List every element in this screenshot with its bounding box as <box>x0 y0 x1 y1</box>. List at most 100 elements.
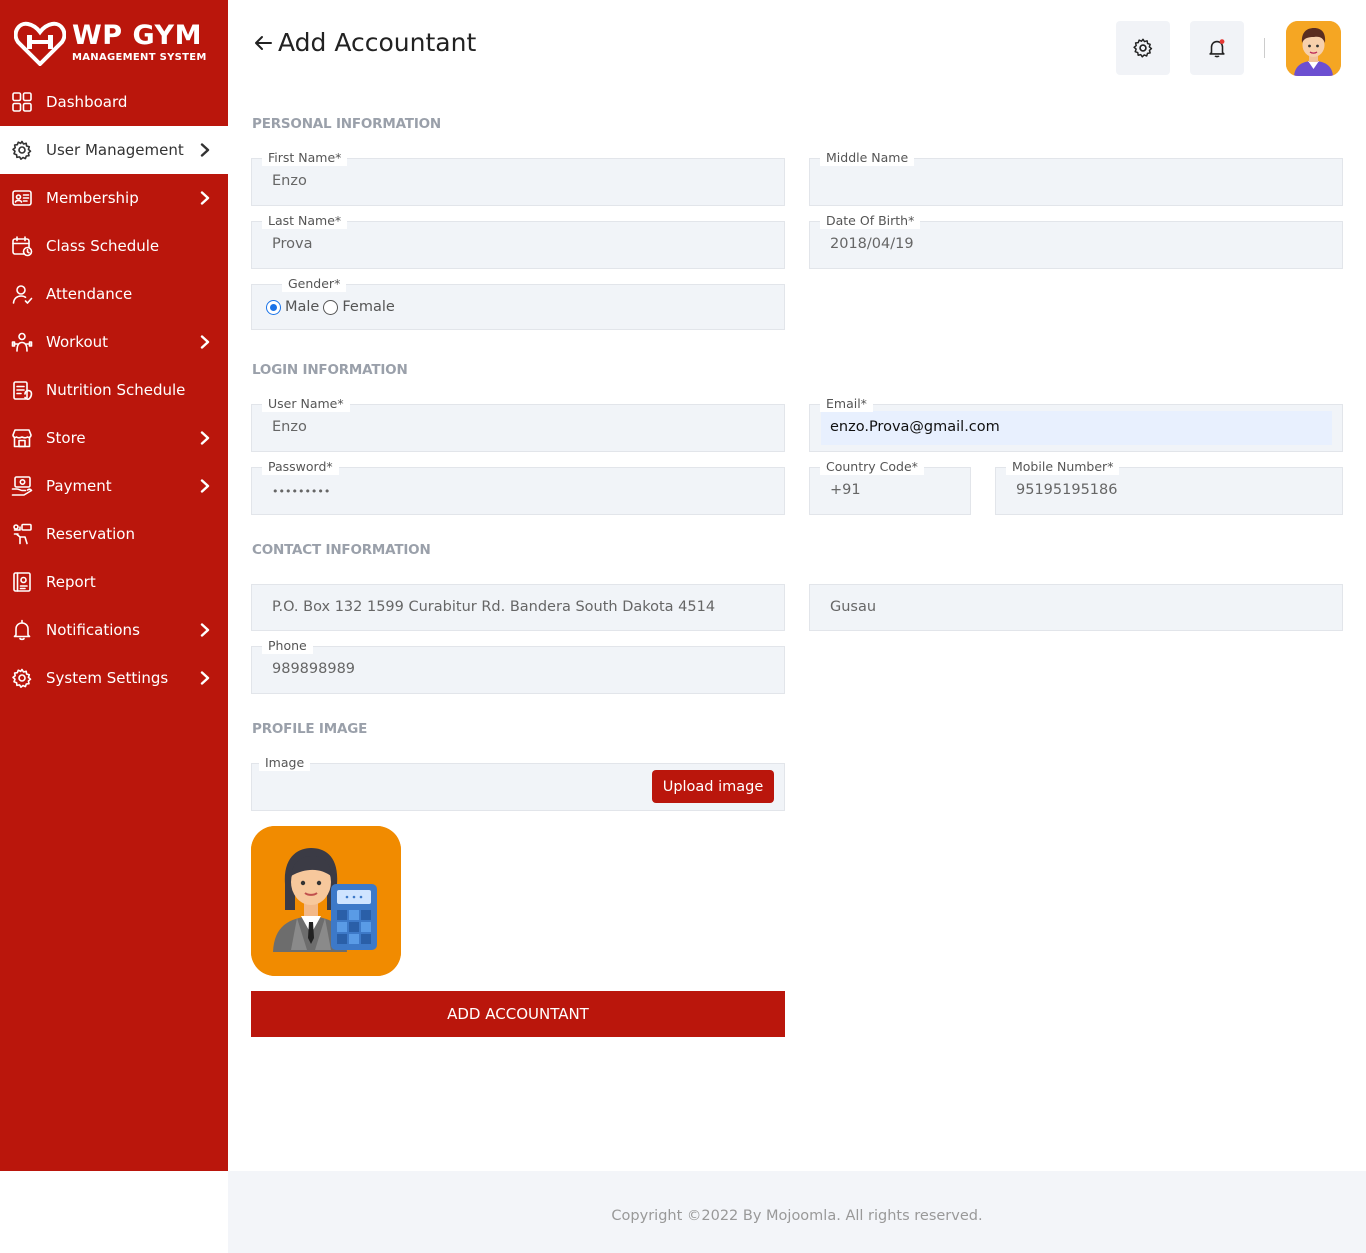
chevron-right-icon <box>200 623 210 637</box>
user-check-icon <box>12 285 33 304</box>
users-gear-icon <box>12 140 32 160</box>
mobile-number-value: 95195195186 <box>1016 482 1118 498</box>
username-value: Enzo <box>272 419 307 435</box>
bell-icon <box>1209 39 1225 58</box>
gender-female-label[interactable]: Female <box>342 299 394 315</box>
middle-name-label: Middle Name <box>820 150 915 166</box>
sidebar-item-workout[interactable]: Workout <box>0 318 228 366</box>
sidebar-item-attendance[interactable]: Attendance <box>0 270 228 318</box>
middle-name-field[interactable]: Middle Name <box>809 150 1343 206</box>
password-label: Password* <box>262 459 339 475</box>
bell-icon <box>13 619 31 641</box>
section-title-contact: CONTACT INFORMATION <box>252 542 431 558</box>
section-title-personal: PERSONAL INFORMATION <box>252 116 442 132</box>
gender-field: Gender* Male Female <box>251 276 785 330</box>
first-name-field[interactable]: First Name* Enzo <box>251 150 785 206</box>
date-of-birth-field[interactable]: Date Of Birth* 2018/04/19 <box>809 213 1343 269</box>
heart-dumbbell-logo-icon <box>14 21 66 66</box>
notifications-button[interactable] <box>1190 21 1244 75</box>
dashboard-icon <box>12 92 32 112</box>
payment-icon <box>11 476 33 496</box>
chevron-right-icon <box>200 143 210 157</box>
calendar-icon <box>12 236 33 257</box>
sidebar-item-label: Workout <box>46 333 109 351</box>
sidebar-item-payment[interactable]: Payment <box>0 462 228 510</box>
phone-label: Phone <box>262 638 313 654</box>
sidebar-item-label: Membership <box>46 189 139 207</box>
page-header: Add Accountant <box>252 28 476 57</box>
footer: Copyright ©2022 By Mojoomla. All rights … <box>228 1171 1366 1253</box>
chevron-right-icon <box>200 431 210 445</box>
sidebar-item-notifications[interactable]: Notifications <box>0 606 228 654</box>
add-accountant-button[interactable]: ADD ACCOUNTANT <box>251 991 785 1037</box>
workout-icon <box>11 332 33 352</box>
brand-logo[interactable]: WP GYM MANAGEMENT SYSTEM <box>14 18 214 68</box>
email-value: enzo.Prova@gmail.com <box>830 419 1000 435</box>
sidebar-item-nutrition-schedule[interactable]: Nutrition Schedule <box>0 366 228 414</box>
sidebar-item-user-management[interactable]: User Management <box>0 126 228 174</box>
image-label: Image <box>259 755 311 771</box>
phone-field[interactable]: Phone 989898989 <box>251 638 785 694</box>
sidebar-item-dashboard[interactable]: Dashboard <box>0 78 228 126</box>
city-field[interactable]: Gusau <box>809 584 1343 631</box>
gear-icon <box>1133 38 1153 58</box>
date-of-birth-label: Date Of Birth* <box>820 213 921 229</box>
date-of-birth-value: 2018/04/19 <box>830 236 914 252</box>
sidebar-item-system-settings[interactable]: System Settings <box>0 654 228 702</box>
username-field[interactable]: User Name* Enzo <box>251 396 785 452</box>
sidebar-item-membership[interactable]: Membership <box>0 174 228 222</box>
sidebar-item-label: Attendance <box>46 285 133 303</box>
brand-subtitle: MANAGEMENT SYSTEM <box>72 52 207 63</box>
gender-radio-group: Male Female <box>266 299 399 315</box>
email-label: Email* <box>820 396 873 412</box>
country-code-field[interactable]: Country Code* +91 <box>809 459 971 515</box>
sidebar-item-label: Reservation <box>46 525 135 543</box>
profile-image-preview <box>251 826 401 976</box>
sidebar-item-class-schedule[interactable]: Class Schedule <box>0 222 228 270</box>
male-user-avatar-icon <box>1286 21 1341 76</box>
nutrition-icon <box>13 381 33 401</box>
accountant-avatar-icon <box>251 826 401 976</box>
email-field[interactable]: Email* enzo.Prova@gmail.com <box>809 396 1343 452</box>
section-title-profile: PROFILE IMAGE <box>252 721 368 737</box>
image-upload-field: Image Upload image <box>251 755 785 811</box>
header-divider <box>1264 38 1265 58</box>
address-field[interactable]: P.O. Box 132 1599 Curabitur Rd. Bandera … <box>251 584 785 631</box>
password-field[interactable]: Password* ••••••••• <box>251 459 785 515</box>
country-code-label: Country Code* <box>820 459 924 475</box>
report-icon <box>13 572 31 592</box>
sidebar-item-store[interactable]: Store <box>0 414 228 462</box>
reservation-icon <box>13 523 32 545</box>
sidebar-item-label: Nutrition Schedule <box>46 381 186 399</box>
sidebar-item-report[interactable]: Report <box>0 558 228 606</box>
upload-image-button[interactable]: Upload image <box>652 770 774 803</box>
chevron-right-icon <box>200 335 210 349</box>
sidebar-item-reservation[interactable]: Reservation <box>0 510 228 558</box>
gear-icon <box>12 668 32 688</box>
sidebar-item-label: Dashboard <box>46 93 128 111</box>
mobile-number-label: Mobile Number* <box>1006 459 1120 475</box>
first-name-label: First Name* <box>262 150 348 166</box>
gender-male-radio[interactable] <box>266 299 281 315</box>
sidebar-item-label: Payment <box>46 477 112 495</box>
arrow-left-icon[interactable] <box>252 32 274 54</box>
last-name-field[interactable]: Last Name* Prova <box>251 213 785 269</box>
address-value: P.O. Box 132 1599 Curabitur Rd. Bandera … <box>272 599 716 615</box>
gender-male-label[interactable]: Male <box>285 299 319 315</box>
settings-button[interactable] <box>1116 21 1170 75</box>
gender-female-radio[interactable] <box>323 299 339 315</box>
sidebar-item-label: Store <box>46 429 86 447</box>
mobile-number-field[interactable]: Mobile Number* 95195195186 <box>995 459 1343 515</box>
user-avatar[interactable] <box>1286 21 1341 76</box>
footer-copyright: Copyright ©2022 By Mojoomla. All rights … <box>611 1208 983 1224</box>
country-code-value: +91 <box>830 482 861 498</box>
last-name-value: Prova <box>272 236 313 252</box>
username-label: User Name* <box>262 396 350 412</box>
sidebar-item-label: Report <box>46 573 96 591</box>
chevron-right-icon <box>200 479 210 493</box>
sidebar-item-label: System Settings <box>46 669 169 687</box>
city-value: Gusau <box>830 599 877 615</box>
store-icon <box>12 429 32 448</box>
first-name-value: Enzo <box>272 173 307 189</box>
sidebar: WP GYM MANAGEMENT SYSTEM Dashboard User M… <box>0 0 228 1171</box>
